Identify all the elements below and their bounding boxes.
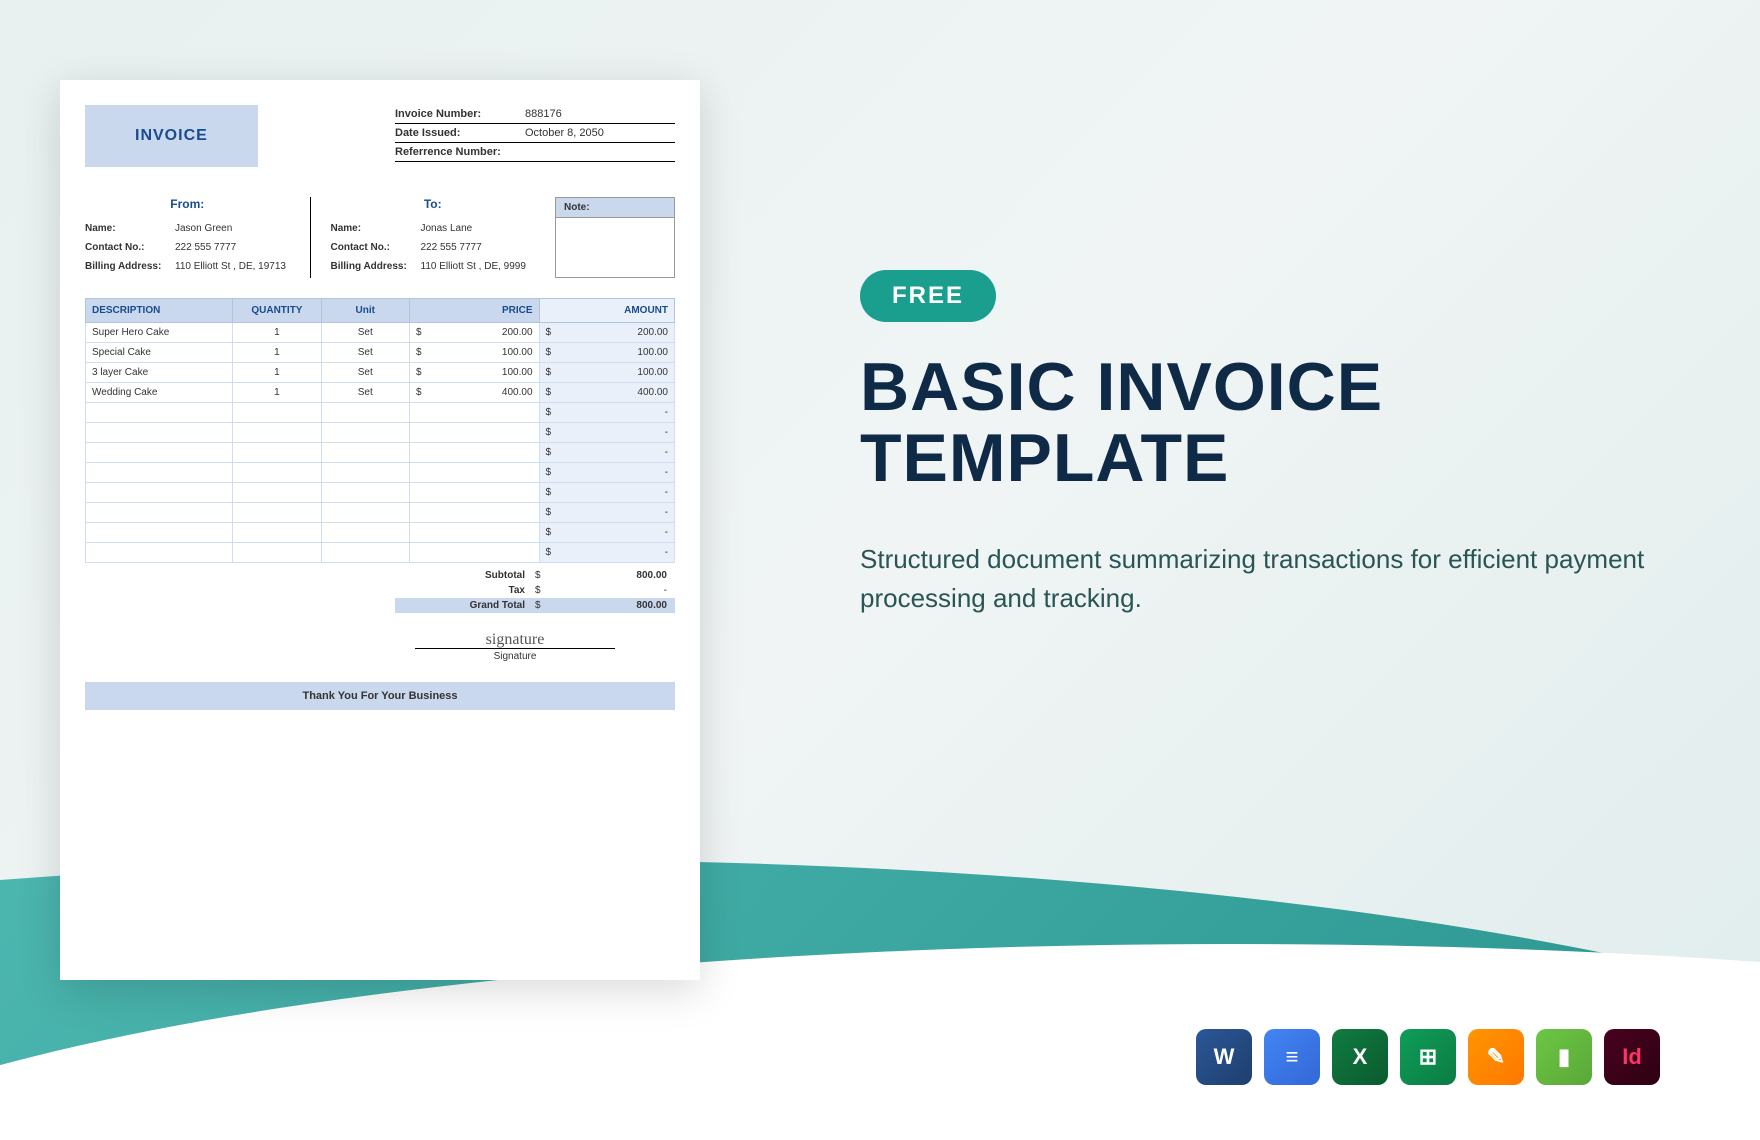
col-amount: AMOUNT bbox=[539, 299, 674, 323]
table-row: Super Hero Cake1Set$200.00$200.00 bbox=[86, 323, 675, 343]
table-row: $- bbox=[86, 523, 675, 543]
table-row: $- bbox=[86, 463, 675, 483]
table-row: $- bbox=[86, 483, 675, 503]
from-title: From: bbox=[85, 197, 290, 211]
date-issued-value: October 8, 2050 bbox=[525, 127, 675, 139]
col-unit: Unit bbox=[321, 299, 409, 323]
invoice-meta: Invoice Number:888176 Date Issued:Octobe… bbox=[395, 105, 675, 167]
invoice-document: INVOICE Invoice Number:888176 Date Issue… bbox=[60, 80, 700, 980]
col-quantity: QUANTITY bbox=[233, 299, 321, 323]
to-title: To: bbox=[331, 197, 536, 211]
reference-value bbox=[525, 146, 675, 158]
thanks-footer: Thank You For Your Business bbox=[85, 682, 675, 710]
note-box: Note: bbox=[555, 197, 675, 278]
to-party: To: Name:Jonas Lane Contact No.:222 555 … bbox=[331, 197, 536, 278]
free-badge: FREE bbox=[860, 270, 996, 322]
invoice-heading: INVOICE bbox=[85, 105, 258, 167]
date-issued-label: Date Issued: bbox=[395, 127, 525, 139]
col-price: PRICE bbox=[409, 299, 539, 323]
reference-label: Referrence Number: bbox=[395, 146, 525, 158]
page-title: BASIC INVOICE TEMPLATE bbox=[860, 352, 1660, 495]
page-description: Structured document summarizing transact… bbox=[860, 540, 1660, 618]
google-sheets-icon[interactable]: ⊞ bbox=[1400, 1029, 1456, 1085]
google-docs-icon[interactable]: ≡ bbox=[1264, 1029, 1320, 1085]
table-row: Special Cake1Set$100.00$100.00 bbox=[86, 343, 675, 363]
col-description: DESCRIPTION bbox=[86, 299, 233, 323]
invoice-number-label: Invoice Number: bbox=[395, 108, 525, 120]
indesign-icon[interactable]: Id bbox=[1604, 1029, 1660, 1085]
excel-icon[interactable]: X bbox=[1332, 1029, 1388, 1085]
numbers-icon[interactable]: ▮ bbox=[1536, 1029, 1592, 1085]
app-icons-row: W ≡ X ⊞ ✎ ▮ Id bbox=[1196, 1029, 1660, 1085]
invoice-number-value: 888176 bbox=[525, 108, 675, 120]
items-table: DESCRIPTION QUANTITY Unit PRICE AMOUNT S… bbox=[85, 298, 675, 563]
table-row: $- bbox=[86, 543, 675, 563]
signature-line: signature Signature bbox=[415, 648, 615, 662]
table-row: $- bbox=[86, 423, 675, 443]
note-label: Note: bbox=[555, 197, 675, 218]
from-party: From: Name:Jason Green Contact No.:222 5… bbox=[85, 197, 290, 278]
pages-icon[interactable]: ✎ bbox=[1468, 1029, 1524, 1085]
table-row: $- bbox=[86, 443, 675, 463]
table-row: $- bbox=[86, 503, 675, 523]
table-row: Wedding Cake1Set$400.00$400.00 bbox=[86, 383, 675, 403]
table-row: 3 layer Cake1Set$100.00$100.00 bbox=[86, 363, 675, 383]
word-icon[interactable]: W bbox=[1196, 1029, 1252, 1085]
table-row: $- bbox=[86, 403, 675, 423]
totals: Subtotal$800.00 Tax$- Grand Total$800.00 bbox=[395, 568, 675, 613]
